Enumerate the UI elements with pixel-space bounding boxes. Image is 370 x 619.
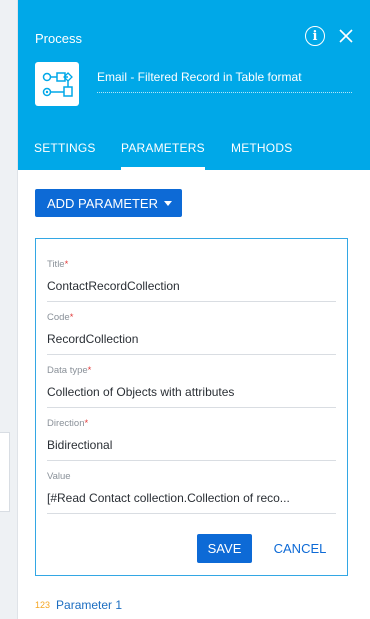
info-icon[interactable]: i <box>305 26 325 46</box>
field-label: Code* <box>47 312 74 323</box>
data-type-select[interactable]: Collection of Objects with attributes <box>47 385 336 408</box>
field-label: Direction* <box>47 418 89 429</box>
process-properties-panel: Process i Email - Filtered Record in Tab… <box>17 0 370 619</box>
tab-methods[interactable]: METHODS <box>231 141 292 170</box>
required-mark: * <box>87 365 92 376</box>
process-name-field[interactable]: Email - Filtered Record in Table format <box>97 70 352 93</box>
field-label: Value <box>47 471 71 482</box>
value-field[interactable]: Value [#Read Contact collection.Collecti… <box>47 471 336 514</box>
required-mark: * <box>69 312 74 323</box>
background-element-card <box>0 432 10 512</box>
save-button[interactable]: SAVE <box>197 534 252 563</box>
field-label: Title* <box>47 259 69 270</box>
tab-parameters[interactable]: PARAMETERS <box>121 141 205 170</box>
title-input[interactable]: ContactRecordCollection <box>47 279 336 302</box>
field-label: Data type* <box>47 365 92 376</box>
tab-bar: SETTINGS PARAMETERS METHODS <box>18 134 370 170</box>
required-mark: * <box>84 418 89 429</box>
panel-header: Process i Email - Filtered Record in Tab… <box>18 0 370 170</box>
panel-title: Process <box>35 31 82 46</box>
chevron-down-icon <box>164 200 172 206</box>
parameter-edit-form: Title* ContactRecordCollection Code* Rec… <box>35 238 348 576</box>
direction-select[interactable]: Bidirectional <box>47 438 336 461</box>
add-parameter-button[interactable]: ADD PARAMETER <box>35 189 182 217</box>
value-input[interactable]: [#Read Contact collection.Collection of … <box>47 491 336 514</box>
tab-settings[interactable]: SETTINGS <box>34 141 96 170</box>
data-type-field[interactable]: Data type* Collection of Objects with at… <box>47 365 336 408</box>
parameter-name[interactable]: Parameter 1 <box>56 598 122 612</box>
parameter-list-item[interactable]: 123 Parameter 1 <box>35 598 122 612</box>
process-flow-icon <box>35 62 79 106</box>
cancel-button[interactable]: CANCEL <box>270 534 330 563</box>
code-input[interactable]: RecordCollection <box>47 332 336 355</box>
direction-field[interactable]: Direction* Bidirectional <box>47 418 336 461</box>
background-canvas <box>0 0 17 619</box>
add-parameter-label: ADD PARAMETER <box>47 195 158 211</box>
code-field[interactable]: Code* RecordCollection <box>47 312 336 355</box>
title-field[interactable]: Title* ContactRecordCollection <box>47 259 336 302</box>
close-icon[interactable] <box>336 26 356 46</box>
integer-type-icon: 123 <box>35 600 51 610</box>
required-mark: * <box>64 259 69 270</box>
